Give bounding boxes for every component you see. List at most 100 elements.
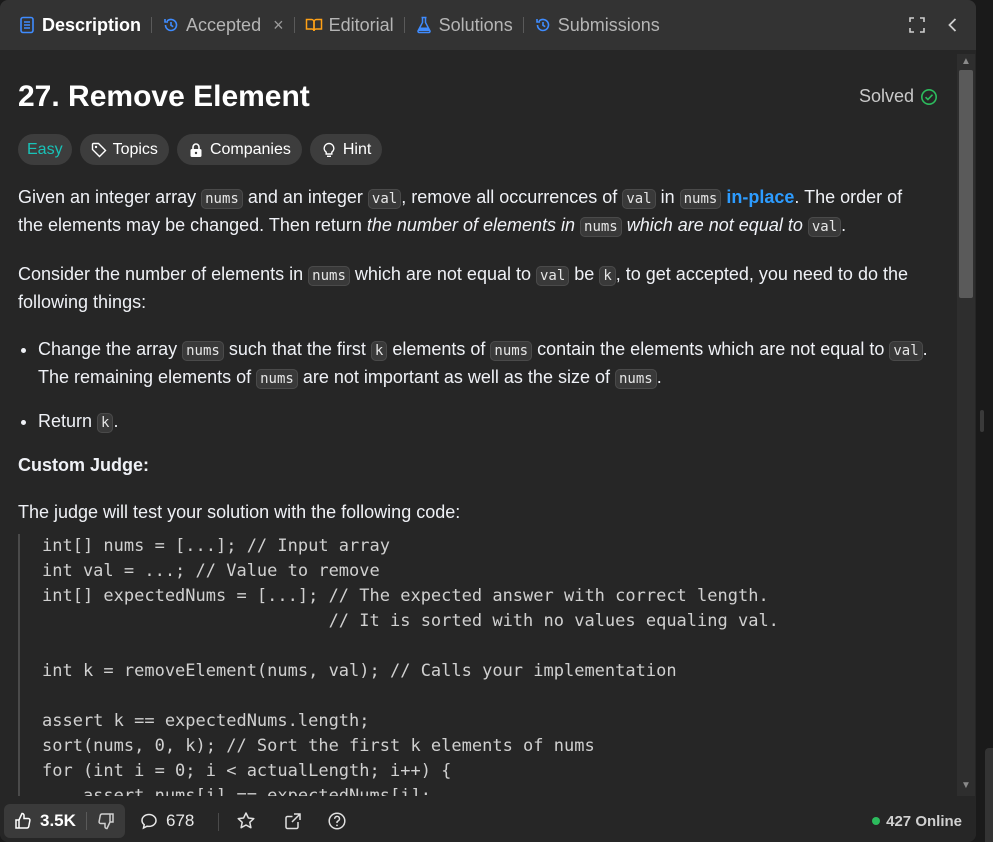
inline-code: val <box>622 189 656 209</box>
divider <box>85 812 87 830</box>
inline-code: val <box>536 266 570 286</box>
topics-label: Topics <box>112 140 158 158</box>
text: . <box>841 215 847 235</box>
like-count: 3.5K <box>40 811 76 830</box>
inline-code: k <box>370 341 388 361</box>
inline-code: k <box>599 266 616 286</box>
scrollbar-thumb[interactable] <box>959 70 973 298</box>
custom-judge-heading: Custom Judge: <box>18 455 150 475</box>
solved-label: Solved <box>858 86 914 106</box>
description-content: 27. Remove Element Solved Easy Topics Co… <box>18 50 948 796</box>
comment-count: 678 <box>166 811 195 830</box>
adjacent-panel-edge <box>985 748 993 842</box>
text: contain the elements which are not equal… <box>532 339 890 359</box>
check-circle-icon <box>921 88 937 105</box>
tab-separator <box>403 17 405 33</box>
requirements-list: Change the array nums such that the firs… <box>18 336 930 436</box>
tag-chips: Easy Topics Companies Hint <box>18 134 383 165</box>
text: , remove all occurrences of <box>401 187 623 207</box>
star-icon <box>237 812 255 829</box>
online-status: 427 Online <box>872 800 962 842</box>
code-block: int[] nums = [...]; // Input array int v… <box>18 534 942 796</box>
inline-code: nums <box>256 369 298 389</box>
tab-accepted-label: Accepted <box>186 14 262 35</box>
tab-separator <box>151 17 153 33</box>
companies-chip[interactable]: Companies <box>176 134 302 165</box>
text: elements of <box>387 339 491 359</box>
inline-code: nums <box>182 341 224 361</box>
inline-code: val <box>367 189 402 209</box>
like-dislike-group: 3.5K <box>4 804 125 838</box>
history-icon <box>535 18 549 32</box>
text: which are not equal to <box>349 264 536 284</box>
text: which are not equal to <box>621 215 808 235</box>
scroll-up-arrow[interactable]: ▲ <box>959 56 973 68</box>
judge-description: The judge will test your solution with t… <box>18 502 461 522</box>
tab-bar-actions <box>908 0 962 50</box>
divider <box>218 813 219 831</box>
inline-code: nums <box>614 369 657 389</box>
thumbs-up-icon[interactable] <box>14 812 32 830</box>
document-icon <box>20 16 34 34</box>
maximize-icon[interactable] <box>908 16 926 34</box>
text: . <box>656 367 662 387</box>
lock-icon <box>190 142 202 157</box>
difficulty-badge: Easy <box>18 134 72 165</box>
resize-handle[interactable] <box>980 410 984 432</box>
text: the number of elements in <box>366 215 581 235</box>
tab-separator <box>522 17 524 33</box>
text: Consider the number of elements in <box>18 264 309 284</box>
companies-label: Companies <box>209 140 291 158</box>
list-item: Change the array nums such that the firs… <box>38 336 930 392</box>
inline-code: nums <box>308 266 350 286</box>
lightbulb-icon <box>323 142 335 157</box>
favorite-button[interactable] <box>236 800 256 842</box>
online-dot <box>872 817 881 825</box>
tab-separator <box>293 17 295 33</box>
tab-description[interactable]: Description <box>12 0 147 50</box>
list-item: Return k. <box>38 408 930 436</box>
comments-button[interactable]: 678 <box>140 800 194 842</box>
tab-submissions-label: Submissions <box>557 14 660 35</box>
thumbs-down-icon[interactable] <box>97 812 115 830</box>
solved-status: Solved <box>859 86 938 107</box>
close-icon[interactable]: × <box>273 15 284 36</box>
tab-bar: Description Accepted × Editorial Solutio… <box>0 0 976 50</box>
tab-accepted[interactable]: Accepted × <box>156 0 290 50</box>
text: such that the first <box>223 339 371 359</box>
tab-solutions[interactable]: Solutions <box>409 0 519 50</box>
topics-chip[interactable]: Topics <box>79 134 169 165</box>
inline-code: val <box>889 341 923 361</box>
comment-icon <box>141 813 157 830</box>
feedback-button[interactable] <box>327 800 347 842</box>
inline-code: val <box>807 217 842 237</box>
text: in <box>655 187 680 207</box>
inline-code: nums <box>580 217 622 237</box>
text: Change the array <box>38 339 183 359</box>
scroll-down-arrow[interactable]: ▼ <box>959 780 973 792</box>
tab-editorial-label: Editorial <box>328 14 394 35</box>
inline-code: k <box>97 413 114 433</box>
text: Given an integer array <box>18 187 202 207</box>
in-place-link[interactable]: in-place <box>726 187 794 207</box>
tab-description-label: Description <box>42 14 142 35</box>
chevron-left-icon[interactable] <box>944 16 962 34</box>
inline-code: nums <box>201 189 243 209</box>
text: Return <box>38 411 98 431</box>
share-icon <box>285 813 301 830</box>
inline-code: nums <box>679 189 722 209</box>
description-paragraph: Given an integer array nums and an integ… <box>18 184 930 240</box>
tab-solutions-label: Solutions <box>438 14 513 35</box>
history-icon <box>164 18 178 32</box>
text: be <box>569 264 600 284</box>
problem-description: Given an integer array nums and an integ… <box>18 184 930 546</box>
book-icon <box>305 18 322 32</box>
description-paragraph: Consider the number of elements in nums … <box>18 261 930 315</box>
text: and an integer <box>242 187 368 207</box>
share-button[interactable] <box>283 800 303 842</box>
hint-chip[interactable]: Hint <box>309 134 383 165</box>
tag-icon <box>91 142 107 157</box>
tab-submissions[interactable]: Submissions <box>528 0 666 50</box>
tab-editorial[interactable]: Editorial <box>299 0 400 50</box>
online-count: 427 Online <box>886 812 962 830</box>
